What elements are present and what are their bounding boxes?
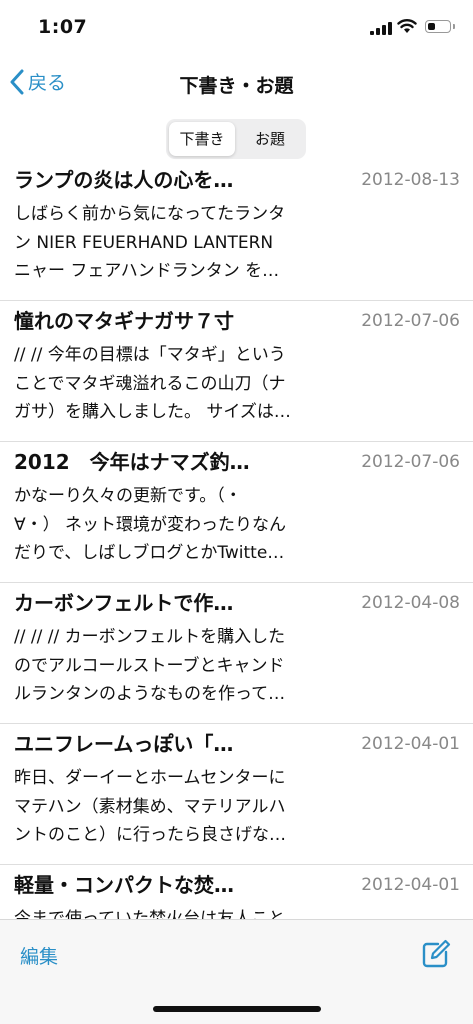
segment-drafts[interactable]: 下書き xyxy=(169,122,235,156)
battery-icon xyxy=(425,20,455,33)
excerpt-line: // // // カーボンフェルトを購入した xyxy=(14,627,286,647)
item-title: 憧れのマタギナガサ７寸 xyxy=(14,309,234,333)
excerpt-line: だりで、しばしブログとかTwitte… xyxy=(14,543,285,563)
item-date: 2012-07-06 xyxy=(361,311,460,331)
status-time: 1:07 xyxy=(38,16,88,38)
item-excerpt: 今まで使っていた焚火台は友人こと xyxy=(14,905,339,919)
item-title: 軽量・コンパクトな焚… xyxy=(14,873,234,897)
list-item[interactable]: 2012 今年はナマズ釣… 2012-07-06 かなーり久々の更新です。（・ ∀・）… xyxy=(0,442,473,583)
item-date: 2012-07-06 xyxy=(361,452,460,472)
item-title: ランプの炎は人の心を… xyxy=(14,168,234,192)
item-title: カーボンフェルトで作… xyxy=(14,591,234,615)
wifi-icon xyxy=(397,19,417,33)
list-item[interactable]: 軽量・コンパクトな焚… 2012-04-01 今まで使っていた焚火台は友人こと xyxy=(0,865,473,919)
excerpt-line: ントのこと）に行ったら良さげな… xyxy=(14,825,286,845)
status-bar: 1:07 xyxy=(0,0,473,58)
excerpt-line: // // 今年の目標は「マタギ」という xyxy=(14,345,286,365)
item-title: ユニフレームっぽい「… xyxy=(14,732,234,756)
segmented-control: 下書き お題 xyxy=(166,119,306,159)
excerpt-line: のでアルコールストーブとキャンド xyxy=(14,655,285,676)
item-date: 2012-08-13 xyxy=(361,170,460,190)
item-excerpt: かなーり久々の更新です。（・ ∀・） ネット環境が変わったりなん だりで、しばしブロ… xyxy=(14,482,339,568)
excerpt-line: 今まで使っていた焚火台は友人こと xyxy=(14,909,286,919)
excerpt-line: しばらく前から気になってたランタ xyxy=(14,204,286,224)
cellular-signal-icon xyxy=(370,22,392,35)
item-excerpt: // // 今年の目標は「マタギ」という ことでマタギ魂溢れるこの山刀（ナ ガサ）を… xyxy=(14,341,339,427)
list-item[interactable]: ユニフレームっぽい「… 2012-04-01 昨日、ダーイーとホームセンターに マテハ… xyxy=(0,724,473,865)
item-date: 2012-04-08 xyxy=(361,593,460,613)
item-excerpt: しばらく前から気になってたランタン NIER FEUERHAND LANTERN… xyxy=(14,200,339,286)
excerpt-line: マテハン（素材集め、マテリアルハ xyxy=(14,796,286,817)
excerpt-line: ガサ）を購入しました。 サイズは… xyxy=(14,402,291,422)
home-indicator xyxy=(153,1006,321,1012)
excerpt-line: ルランタンのようなものを作って… xyxy=(14,684,286,704)
excerpt-line: ことでマタギ魂溢れるこの山刀（ナ xyxy=(14,373,286,394)
excerpt-line: ン NIER FEUERHAND LANTERN xyxy=(14,232,274,253)
item-excerpt: 昨日、ダーイーとホームセンターに マテハン（素材集め、マテリアルハ ントのこと）に行… xyxy=(14,764,339,850)
list-item[interactable]: 憧れのマタギナガサ７寸 2012-07-06 // // 今年の目標は「マタギ」とい… xyxy=(0,301,473,442)
edit-button[interactable]: 編集 xyxy=(20,942,58,969)
item-date: 2012-04-01 xyxy=(361,734,460,754)
compose-icon[interactable] xyxy=(421,939,451,969)
excerpt-line: かなーり久々の更新です。（・ xyxy=(14,486,242,506)
excerpt-line: 昨日、ダーイーとホームセンターに xyxy=(14,768,286,788)
segment-topics[interactable]: お題 xyxy=(237,122,303,156)
item-date: 2012-04-01 xyxy=(361,875,460,895)
list-item[interactable]: ランプの炎は人の心を… 2012-08-13 しばらく前から気になってたランタン N… xyxy=(0,165,473,301)
excerpt-line: ニャー フェアハンドランタン を… xyxy=(14,261,280,281)
navigation-bar: 戻る 下書き・お題 xyxy=(0,58,473,108)
item-title: 2012 今年はナマズ釣… xyxy=(14,450,250,474)
draft-list: ランプの炎は人の心を… 2012-08-13 しばらく前から気になってたランタン N… xyxy=(0,165,473,919)
page-title: 下書き・お題 xyxy=(179,75,294,97)
list-item[interactable]: カーボンフェルトで作… 2012-04-08 // // // カーボンフェルトを購… xyxy=(0,583,473,724)
excerpt-line: ∀・） ネット環境が変わったりなん xyxy=(14,514,287,535)
item-excerpt: // // // カーボンフェルトを購入した のでアルコールストーブとキャンド ルラ… xyxy=(14,623,339,709)
